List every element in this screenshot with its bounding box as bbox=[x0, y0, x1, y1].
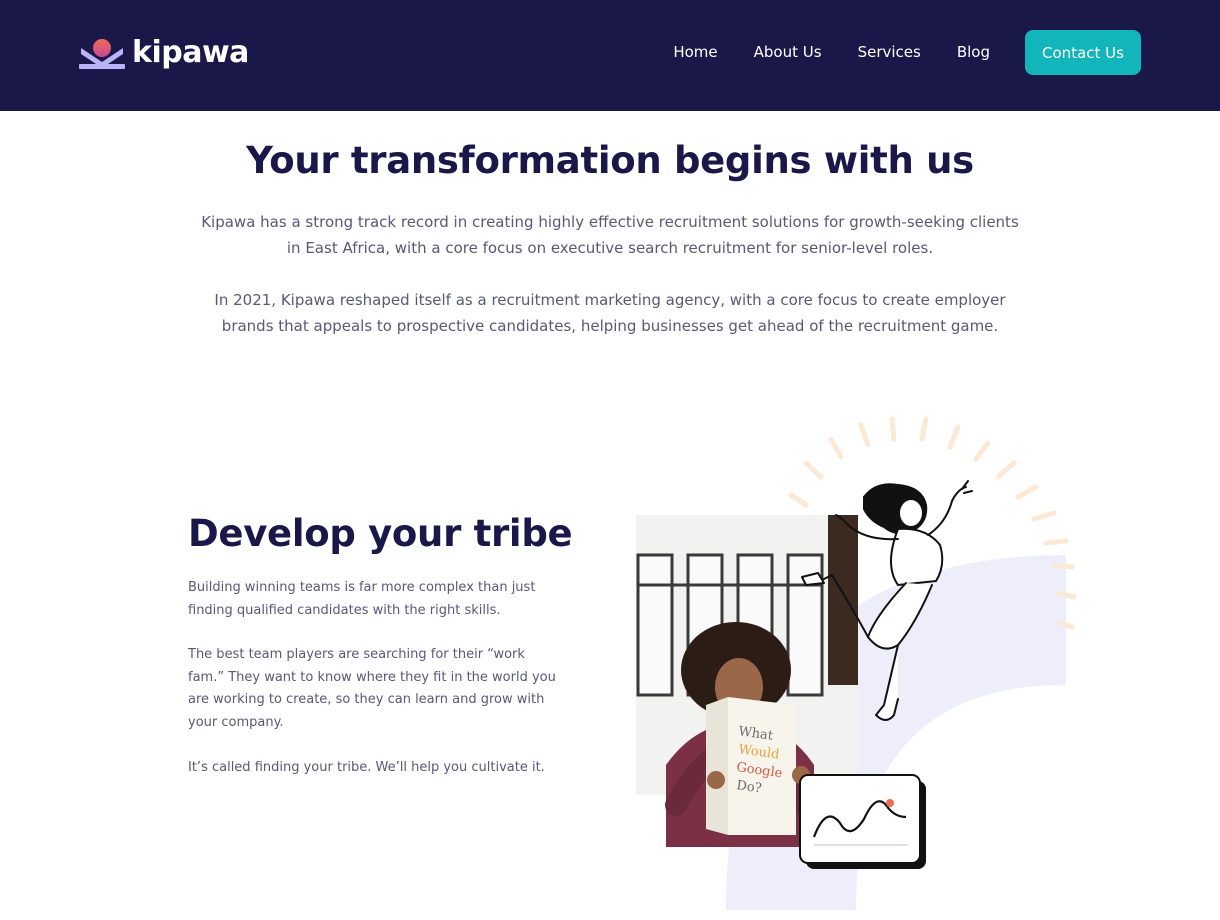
nav-home[interactable]: Home bbox=[673, 30, 717, 75]
nav-services[interactable]: Services bbox=[858, 30, 921, 75]
main-nav: Home About Us Services Blog Contact Us bbox=[673, 30, 1141, 75]
tribe-paragraph-2: The best team players are searching for … bbox=[188, 647, 556, 730]
hero-title: Your transformation begins with us bbox=[246, 139, 974, 182]
nav-blog[interactable]: Blog bbox=[957, 30, 990, 75]
hero-paragraph-2: In 2021, Kipawa reshaped itself as a rec… bbox=[214, 291, 1006, 335]
tribe-paragraph-1: Building winning teams is far more compl… bbox=[188, 580, 536, 618]
hero-paragraph-1: Kipawa has a strong track record in crea… bbox=[201, 213, 1019, 257]
contact-us-button[interactable]: Contact Us bbox=[1025, 30, 1141, 75]
tribe-title: Develop your tribe bbox=[188, 512, 573, 555]
kipawa-logo-icon bbox=[79, 39, 125, 69]
tribe-paragraph-3: It’s called finding your tribe. We’ll he… bbox=[188, 760, 545, 775]
site-header: kipawa Home About Us Services Blog Conta… bbox=[0, 0, 1220, 111]
logo[interactable]: kipawa bbox=[79, 36, 249, 70]
book: What Would Google Do? bbox=[706, 697, 796, 835]
nav-about-us[interactable]: About Us bbox=[754, 30, 822, 75]
brand-name: kipawa bbox=[132, 35, 249, 70]
chart-card-icon bbox=[799, 774, 926, 869]
tribe-illustration: What Would Google Do? bbox=[636, 416, 1077, 910]
